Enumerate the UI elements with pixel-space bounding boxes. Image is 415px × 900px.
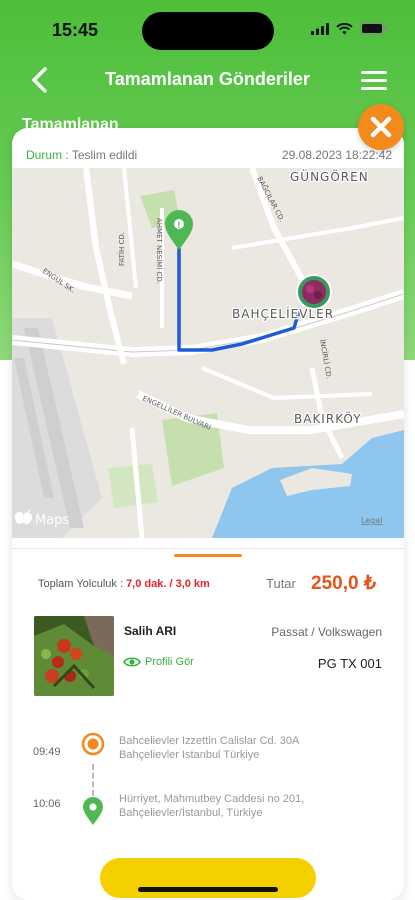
status-row: Durum : Teslim edildi 29.08.2023 18:22:4…: [26, 148, 392, 166]
stop-address: Bahcelievler Izzettin Calislar Cd. 30A B…: [119, 735, 299, 761]
close-icon: [370, 116, 392, 138]
map-label-bahcelievler: BAHÇELİEVLER: [232, 306, 334, 321]
navigation-bar: Tamamlanan Gönderiler: [0, 58, 415, 104]
stop-time: 09:49: [33, 746, 61, 758]
price-label: Tutar: [266, 576, 296, 591]
status-label: Durum :: [26, 148, 69, 162]
dynamic-island: [142, 12, 274, 50]
home-indicator: [138, 887, 278, 892]
hamburger-menu-icon[interactable]: [361, 68, 389, 92]
close-button[interactable]: [358, 104, 404, 150]
status-icons: [311, 22, 387, 35]
map-street-ahmet-nesimi: AHMET NESİMİ CD.: [155, 218, 164, 284]
eye-icon: [123, 657, 141, 667]
status-value: Teslim edildi: [71, 148, 138, 162]
wifi-icon: [336, 22, 353, 34]
sheet-handle[interactable]: [174, 554, 242, 557]
shipment-detail-card: Durum : Teslim edildi 29.08.2023 18:22:4…: [12, 128, 404, 900]
map-attribution: Maps: [35, 513, 69, 528]
view-profile-link[interactable]: Profili Gör: [123, 656, 194, 668]
page-title: Tamamlanan Gönderiler: [105, 69, 310, 89]
price-value: 250,0 ₺: [311, 573, 376, 594]
vehicle-model: Passat / Volkswagen: [271, 625, 382, 639]
map-street-fatih: FATİH CD.: [117, 232, 126, 266]
trip-label: Toplam Yolculuk :: [38, 578, 123, 590]
svg-text:!: !: [177, 221, 181, 230]
map-canvas: ! GÜNGÖREN BAHÇELİEVLER BAKIRKÖY BAĞCILA…: [12, 168, 404, 538]
map-legal-link: Legal: [361, 516, 382, 525]
status-bar: 15:45: [0, 0, 415, 56]
bottom-action-button[interactable]: [100, 858, 316, 898]
trip-value: 7,0 dak. / 3,0 km: [126, 578, 210, 590]
shipment-datetime: 29.08.2023 18:22:42: [281, 148, 392, 162]
map-label-gungoren: GÜNGÖREN: [290, 168, 369, 184]
view-profile-label: Profili Gör: [145, 656, 194, 668]
origin-marker-icon: [81, 732, 105, 756]
driver-name: Salih ARI: [124, 624, 177, 638]
signal-icon: [311, 22, 329, 35]
driver-avatar: [34, 616, 114, 696]
map-label-bakirkoy: BAKIRKÖY: [294, 410, 362, 426]
status-time: 15:45: [52, 20, 99, 40]
battery-icon: [360, 22, 387, 35]
destination-pin-icon: [83, 797, 103, 825]
route-map[interactable]: ! GÜNGÖREN BAHÇELİEVLER BAKIRKÖY BAĞCILA…: [12, 168, 404, 538]
stop-address: Hürriyet, Mahmutbey Caddesi no 201, Bahç…: [119, 793, 305, 819]
trip-summary: Toplam Yolculuk : 7,0 dak. / 3,0 km: [38, 578, 210, 590]
map-divider: [12, 548, 404, 549]
license-plate: PG TX 001: [317, 656, 382, 671]
route-connector: [92, 764, 94, 796]
stop-time: 10:06: [33, 798, 61, 810]
